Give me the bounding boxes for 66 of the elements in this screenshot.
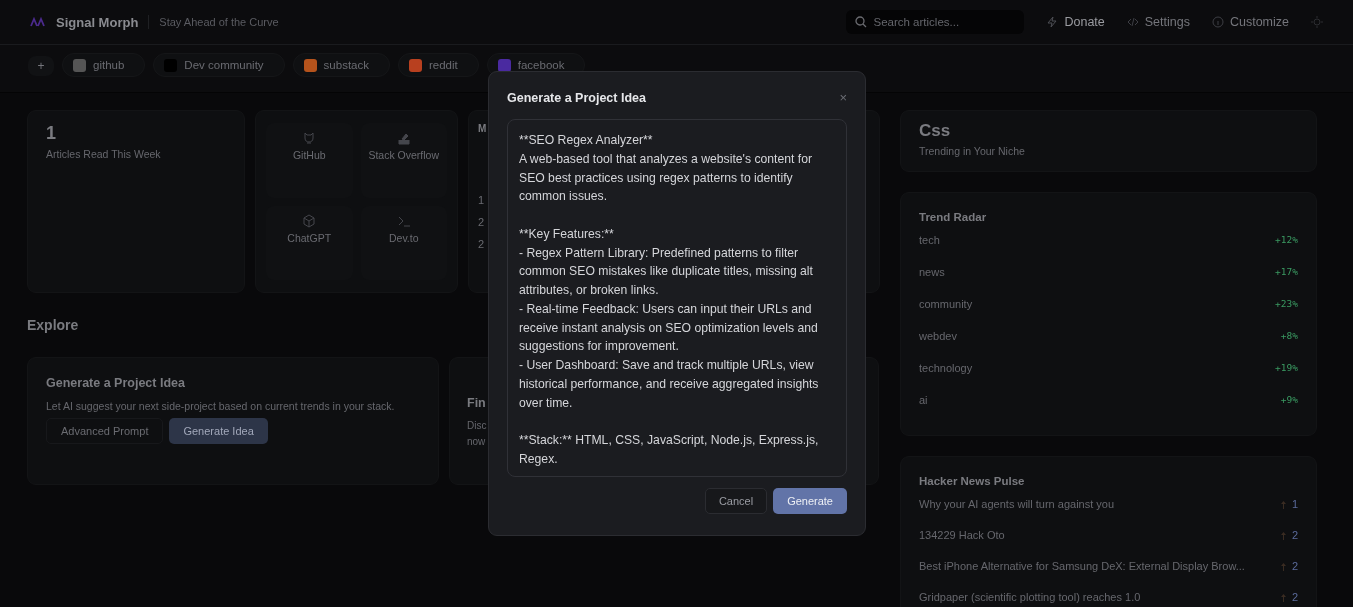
source-chip[interactable]: substack: [292, 53, 390, 77]
card-description: Let AI suggest your next side-project based on current trends in your stack.: [46, 399, 396, 414]
trend-topic: news: [919, 266, 945, 280]
trend-topic: tech: [919, 234, 940, 248]
card-title: Trend Radar: [919, 211, 988, 223]
trend-change: +17%: [1275, 266, 1298, 279]
logo-icon: [30, 17, 46, 27]
source-chip[interactable]: Dev community: [153, 53, 285, 77]
cat-icon: [302, 131, 317, 145]
search-field[interactable]: Search articles...: [846, 10, 1025, 34]
trend-topic: ai: [919, 394, 928, 408]
cube-icon: [302, 213, 317, 228]
card-title: Generate a Project Idea: [46, 376, 185, 390]
card-description: Disc now: [467, 419, 486, 449]
card-title: Fin: [467, 396, 486, 410]
up-arrow-icon: [1280, 594, 1286, 602]
up-arrow-icon: [1280, 532, 1286, 540]
lightning-icon: [1046, 16, 1059, 28]
list-value: 1: [478, 194, 485, 206]
news-score: 2: [1291, 529, 1298, 541]
code-icon: [1126, 16, 1139, 28]
card-title: Hacker News Pulse: [919, 475, 1026, 487]
close-button[interactable]: ×: [839, 90, 847, 105]
stack-icon: [396, 131, 411, 145]
sun-icon[interactable]: [1311, 16, 1323, 28]
stat-label: Articles Read This Week: [46, 148, 162, 160]
news-title[interactable]: Gridpaper (scientific plotting tool) reaches 1.0: [919, 591, 1141, 607]
trend-change: +19%: [1275, 362, 1298, 375]
list-value: 2: [478, 216, 485, 228]
tagline: Stay Ahead of the Curve: [159, 16, 279, 28]
niche-subtitle: Trending in Your Niche: [919, 145, 1026, 157]
settings-button[interactable]: Settings: [1126, 15, 1190, 29]
trend-topic: technology: [919, 362, 973, 376]
up-arrow-icon: [1280, 563, 1286, 571]
niche-title: Css: [919, 121, 952, 141]
cancel-button[interactable]: Cancel: [704, 488, 768, 514]
generate-button[interactable]: Generate: [773, 488, 847, 514]
news-score: 2: [1291, 591, 1298, 603]
section-heading: Explore: [27, 317, 79, 333]
source-chip[interactable]: reddit: [398, 53, 479, 77]
news-title[interactable]: 134229 Hack Oto: [919, 529, 1005, 560]
list-value: 2: [478, 238, 485, 250]
action-button[interactable]: Generate Idea: [169, 418, 268, 444]
trend-change: +9%: [1280, 394, 1298, 407]
trend-change: +8%: [1280, 330, 1298, 343]
news-title[interactable]: Why your AI agents will turn against you: [919, 498, 1115, 529]
customize-button[interactable]: Customize: [1211, 15, 1289, 29]
trend-change: +23%: [1275, 298, 1298, 311]
idea-textarea[interactable]: **SEO Regex Analyzer** A web-based tool that analyzes a website's content for SEO best practices using regex patterns to identify common issues. **Key Features:** - Regex Pattern Library: Predefined patterns to filter common SEO mistakes like duplicate titles, missing alt attributes, or broken links. - Real-time Feedback: Users can input their URLs and receive instant analysis on SEO optimization levels and suggestions for improvement. - User Dashboard: Save and track multiple URLs, view historical performance, and receive aggregated insights over time. **Stack:** HTML, CSS, JavaScript, Node.js, Express.js, Regex.: [507, 119, 847, 477]
news-score: 1: [1291, 498, 1298, 510]
search-icon: [855, 16, 868, 28]
trend-topic: community: [919, 298, 973, 312]
stat-value: 1: [46, 123, 57, 144]
add-source-button[interactable]: +: [28, 56, 54, 76]
trend-topic: webdev: [919, 330, 957, 344]
info-icon: [1211, 16, 1224, 28]
app-title: Signal Morph: [56, 14, 139, 30]
up-arrow-icon: [1280, 501, 1286, 509]
dialog-title: Generate a Project Idea: [507, 90, 646, 105]
card-heading: M: [478, 123, 487, 134]
donate-button[interactable]: Donate: [1046, 15, 1105, 29]
trend-change: +12%: [1275, 234, 1298, 247]
news-title[interactable]: Best iPhone Alternative for Samsung DeX: External Display Brow...: [919, 560, 1245, 591]
news-score: 2: [1291, 560, 1298, 572]
source-chip[interactable]: github: [62, 53, 146, 77]
action-button[interactable]: Advanced Prompt: [46, 418, 164, 444]
